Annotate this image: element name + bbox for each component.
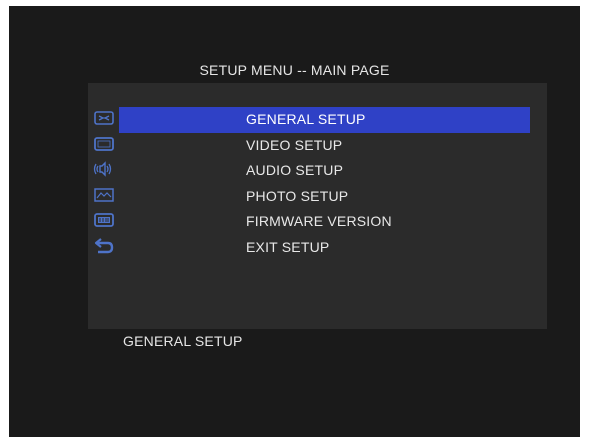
audio-setup-icon: [93, 160, 115, 178]
photo-setup-icon: [93, 186, 115, 204]
page-title: SETUP MENU -- MAIN PAGE: [199, 62, 390, 78]
status-text: GENERAL SETUP: [123, 333, 243, 349]
menu-item-firmware-version[interactable]: FIRMWARE VERSION: [119, 209, 530, 235]
menu-icon-column: [89, 109, 121, 262]
menu-item-photo-setup[interactable]: PHOTO SETUP: [119, 184, 530, 210]
setup-menu: GENERAL SETUP VIDEO SETUP AUDIO SETUP PH…: [119, 107, 530, 260]
video-setup-icon: [93, 135, 115, 153]
menu-item-audio-setup[interactable]: AUDIO SETUP: [119, 158, 530, 184]
menu-item-general-setup[interactable]: GENERAL SETUP: [119, 107, 530, 133]
menu-item-exit-setup[interactable]: EXIT SETUP: [119, 235, 530, 261]
menu-item-video-setup[interactable]: VIDEO SETUP: [119, 133, 530, 159]
firmware-version-icon: [93, 211, 115, 229]
exit-setup-icon: [93, 237, 115, 255]
general-setup-icon: [93, 109, 115, 127]
setup-panel: GENERAL SETUP VIDEO SETUP AUDIO SETUP PH…: [88, 83, 547, 329]
tv-screen: SETUP MENU -- MAIN PAGE GENERAL SETUP VI…: [9, 6, 580, 437]
